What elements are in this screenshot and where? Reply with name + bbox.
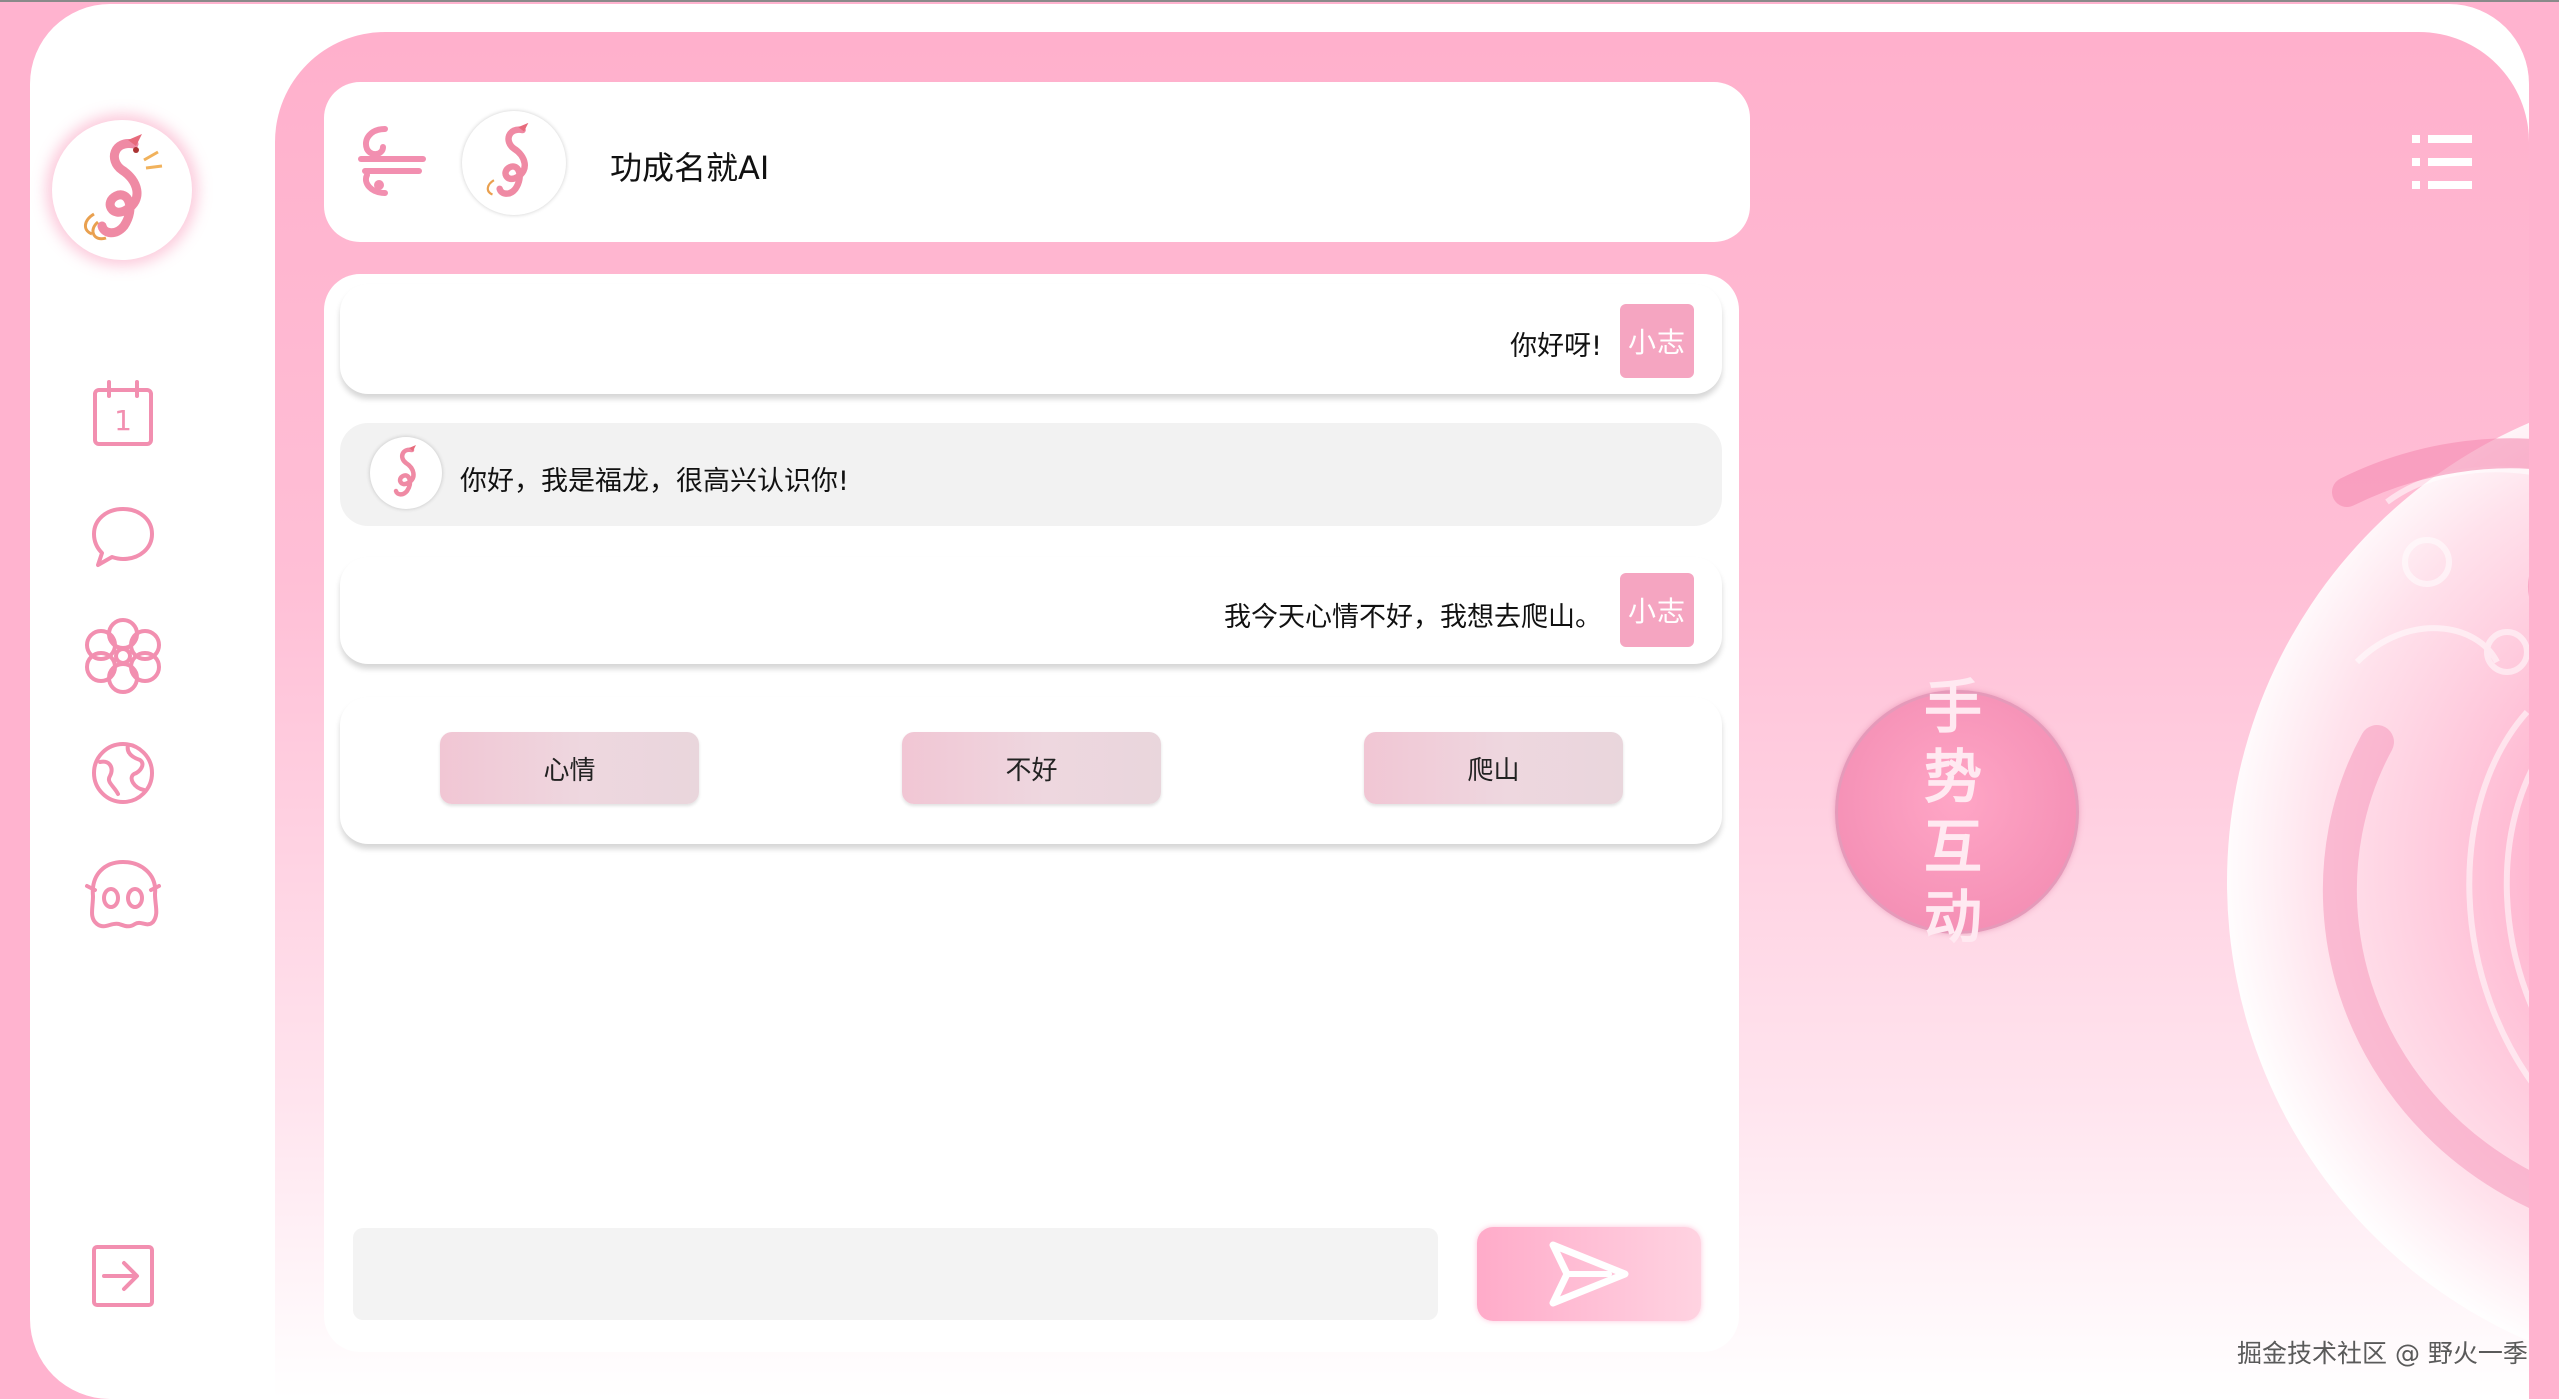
nav-flower-button[interactable] bbox=[77, 610, 169, 702]
message-text: 你好呀! bbox=[1510, 331, 1602, 362]
bot-avatar bbox=[370, 437, 442, 509]
user-avatar-badge: 小志 bbox=[1620, 573, 1694, 647]
paper-plane-icon bbox=[1549, 1241, 1629, 1307]
user-avatar-badge: 小志 bbox=[1620, 304, 1694, 378]
window-top-border bbox=[0, 0, 2559, 2]
watermark: 掘金技术社区 @ 野火一季 bbox=[2237, 1339, 2528, 1368]
logout-icon bbox=[92, 1245, 154, 1307]
message-input[interactable] bbox=[353, 1228, 1438, 1320]
calendar-day-label: 1 bbox=[114, 404, 132, 437]
message-row-user: 你好呀! 小志 bbox=[340, 284, 1722, 394]
send-button[interactable] bbox=[1477, 1227, 1701, 1321]
dragon-ring-pattern-icon bbox=[2323, 438, 2529, 1208]
cloud-swirl-back-icon bbox=[358, 126, 426, 196]
message-row-bot: 你好，我是福龙，很高兴认识你! bbox=[340, 423, 1722, 526]
profile-avatar[interactable] bbox=[52, 120, 192, 260]
message-row-user: 我今天心情不好，我想去爬山。 小志 bbox=[340, 557, 1722, 664]
nav-calendar-button[interactable]: 1 bbox=[77, 368, 169, 460]
back-button[interactable] bbox=[355, 121, 427, 201]
mascot-face-icon bbox=[85, 860, 161, 929]
dragon-logo-icon bbox=[486, 122, 529, 197]
message-text: 你好，我是福龙，很高兴认识你! bbox=[460, 466, 849, 497]
list-menu-icon bbox=[2412, 135, 2472, 189]
dragon-logo-icon bbox=[393, 445, 416, 497]
message-text: 我今天心情不好，我想去爬山。 bbox=[1224, 602, 1602, 633]
keyword-chip[interactable]: 爬山 bbox=[1364, 732, 1623, 804]
menu-button[interactable] bbox=[2410, 133, 2474, 191]
header-avatar bbox=[462, 111, 566, 215]
nav-globe-button[interactable] bbox=[77, 727, 169, 819]
chat-bubble-icon bbox=[92, 507, 154, 567]
dragon-logo-icon bbox=[84, 134, 163, 241]
nav-pet-button[interactable] bbox=[77, 848, 169, 940]
gesture-button-label: 手势 互动 bbox=[1923, 673, 1990, 951]
logout-button[interactable] bbox=[77, 1230, 169, 1322]
flower-icon bbox=[85, 618, 161, 694]
jade-orb-decoration bbox=[2227, 382, 2529, 1382]
gesture-interaction-button[interactable]: 手势 互动 bbox=[1835, 673, 2079, 951]
keyword-chip[interactable]: 不好 bbox=[902, 732, 1161, 804]
keyword-chip[interactable]: 心情 bbox=[440, 732, 699, 804]
chat-title: 功成名就AI bbox=[610, 149, 770, 187]
calendar-icon: 1 bbox=[93, 380, 153, 446]
nav-chat-button[interactable] bbox=[77, 490, 169, 582]
globe-icon bbox=[92, 742, 154, 804]
